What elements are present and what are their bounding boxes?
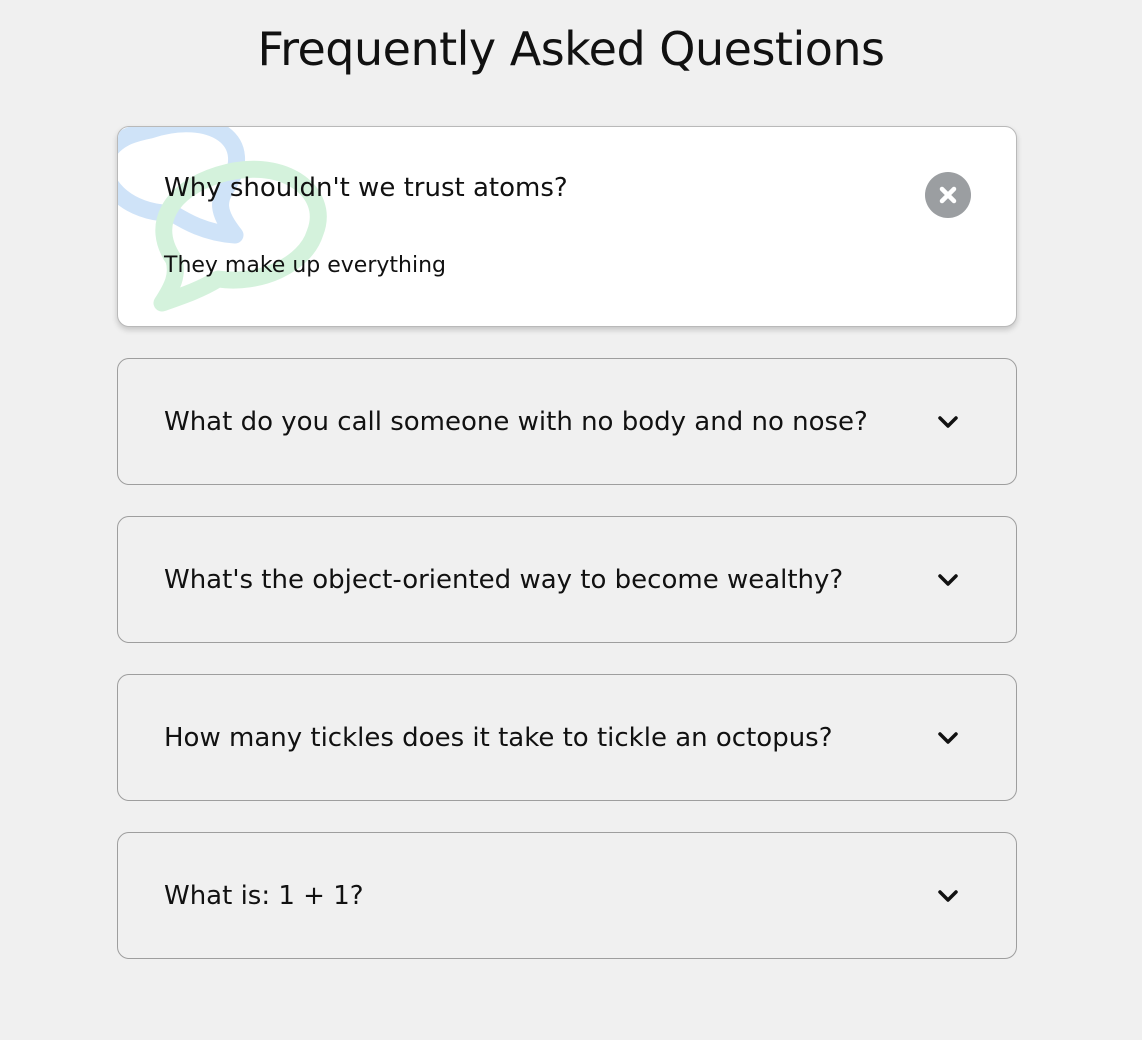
- faq-question[interactable]: Why shouldn't we trust atoms?: [164, 173, 568, 203]
- faq-item-active: Why shouldn't we trust atoms? They make …: [117, 126, 1017, 327]
- chevron-down-icon: [938, 415, 958, 428]
- faq-item[interactable]: What is: 1 + 1?: [117, 832, 1017, 959]
- faq-question[interactable]: What is: 1 + 1?: [164, 881, 364, 911]
- expand-button[interactable]: [925, 399, 971, 445]
- close-button[interactable]: [925, 172, 971, 218]
- expand-button[interactable]: [925, 715, 971, 761]
- expand-button[interactable]: [925, 873, 971, 919]
- faq-question[interactable]: What do you call someone with no body an…: [164, 407, 868, 437]
- faq-question[interactable]: What's the object-oriented way to become…: [164, 565, 843, 595]
- chevron-down-icon: [938, 573, 958, 586]
- faq-answer: They make up everything: [164, 253, 446, 278]
- speech-bubbles-icon: [118, 127, 327, 312]
- chevron-down-icon: [938, 731, 958, 744]
- faq-list: Why shouldn't we trust atoms? They make …: [117, 126, 1017, 990]
- expand-button[interactable]: [925, 557, 971, 603]
- faq-item[interactable]: What do you call someone with no body an…: [117, 358, 1017, 485]
- close-icon: [939, 186, 957, 204]
- page-title: Frequently Asked Questions: [257, 22, 885, 76]
- chevron-down-icon: [938, 889, 958, 902]
- faq-question[interactable]: How many tickles does it take to tickle …: [164, 723, 833, 753]
- faq-item[interactable]: How many tickles does it take to tickle …: [117, 674, 1017, 801]
- faq-item[interactable]: What's the object-oriented way to become…: [117, 516, 1017, 643]
